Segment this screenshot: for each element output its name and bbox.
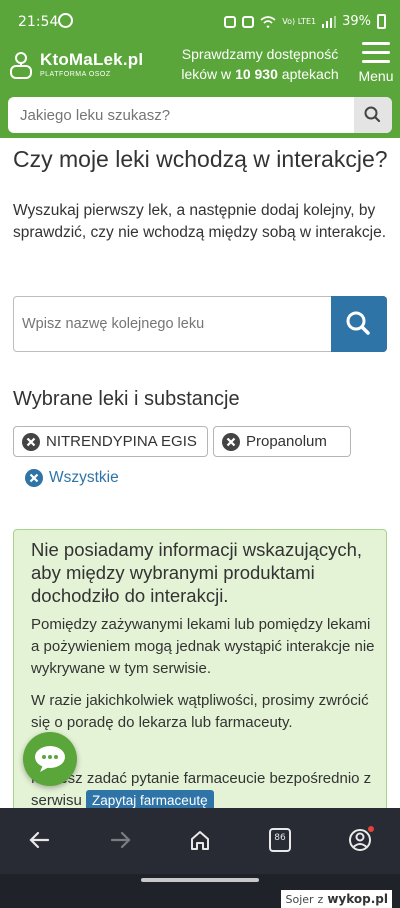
remove-icon[interactable] (22, 432, 40, 451)
add-drug-field (13, 296, 387, 352)
remove-all-label: Wszystkie (49, 469, 119, 486)
account-icon (349, 826, 374, 851)
arrow-right-icon (110, 831, 131, 849)
mute-icon (242, 15, 255, 28)
arrow-left-icon (29, 831, 50, 849)
watermark-author: Sojer (285, 892, 314, 906)
status-icons: Vo) LTE1 39% (224, 14, 386, 29)
remove-icon[interactable] (222, 432, 240, 451)
gesture-handle[interactable] (141, 878, 259, 882)
page-title: Czy moje leki wchodzą w interakcje? (13, 146, 388, 172)
battery-icon (377, 14, 386, 29)
search-icon (364, 106, 381, 123)
hamburger-icon-bar (362, 51, 390, 54)
search-input[interactable] (8, 97, 354, 133)
remove-all-icon (25, 469, 43, 487)
remove-all-button[interactable]: Wszystkie (25, 466, 119, 490)
pharmacy-count: 10 930 (235, 66, 278, 82)
status-time: 21:54 (18, 14, 59, 30)
site-header: KtoMaLek.pl PLATFORMA OSOZ Sprawdzamy do… (0, 42, 400, 92)
hamburger-icon (362, 42, 390, 45)
result-lead: Nie posiadamy informacji wskazujących, a… (31, 539, 363, 606)
home-button[interactable] (180, 822, 220, 858)
logo-subtitle: PLATFORMA OSOZ (40, 71, 111, 78)
ask-pharmacist-text: Możesz zadać pytanie farmaceucie bezpośr… (31, 768, 376, 812)
battery-level: 39% (342, 14, 371, 29)
watermark-site: wykop.pl (327, 892, 388, 906)
home-icon (191, 831, 209, 850)
intro-text: Wyszukaj pierwszy lek, a następnie dodaj… (13, 202, 387, 241)
chat-icon (35, 746, 65, 772)
chip-label: NITRENDYPINA EGIS (46, 433, 197, 450)
chip-label: Propanolum (246, 433, 327, 450)
search-icon (346, 311, 370, 335)
volte-icon: Vo) LTE1 (282, 16, 317, 26)
add-drug-input[interactable] (14, 297, 330, 351)
watermark-joiner: z (317, 892, 324, 906)
wifi-icon (260, 15, 276, 28)
browser-bottom-bar: 86 (0, 808, 400, 874)
tagline-line1: Sprawdzamy dostępność (181, 46, 339, 62)
search-box (8, 97, 392, 133)
status-bar: 21:54 Vo) LTE1 39% (0, 0, 400, 42)
alarm-icon (224, 15, 237, 28)
result-advice: W razie jakichkolwiek wątpliwości, prosi… (31, 692, 369, 731)
result-note: Pomiędzy zażywanymi lekami lub pomiędzy … (31, 616, 375, 677)
selected-drug-chip[interactable]: NITRENDYPINA EGIS (13, 426, 208, 457)
watermark: Sojer z wykop.pl (281, 890, 392, 908)
search-bar (0, 92, 400, 138)
tagline: Sprawdzamy dostępność leków w 10 930 apt… (174, 44, 346, 84)
tagline-line2: leków w 10 930 aptekach (174, 64, 346, 84)
forward-button[interactable] (100, 822, 140, 858)
selected-substance-chip[interactable]: Propanolum (213, 426, 351, 457)
signal-icon (322, 15, 337, 28)
menu-label: Menu (358, 68, 394, 84)
tagline-suffix: aptekach (277, 66, 339, 82)
tab-count: 86 (274, 833, 286, 843)
chat-button[interactable] (23, 732, 77, 786)
search-button[interactable] (354, 97, 392, 133)
hamburger-icon-bar (362, 60, 390, 63)
back-button[interactable] (20, 822, 60, 858)
tagline-prefix: leków w (181, 66, 236, 82)
account-button[interactable] (340, 822, 380, 858)
logo-name[interactable]: KtoMaLek.pl (40, 50, 143, 70)
add-drug-search-button[interactable] (331, 296, 387, 352)
menu-button[interactable]: Menu (354, 42, 398, 90)
selected-heading: Wybrane leki i substancje (13, 388, 240, 410)
tabs-button[interactable]: 86 (260, 822, 300, 858)
whatsapp-icon (58, 13, 73, 28)
logo-icon[interactable] (9, 52, 33, 80)
